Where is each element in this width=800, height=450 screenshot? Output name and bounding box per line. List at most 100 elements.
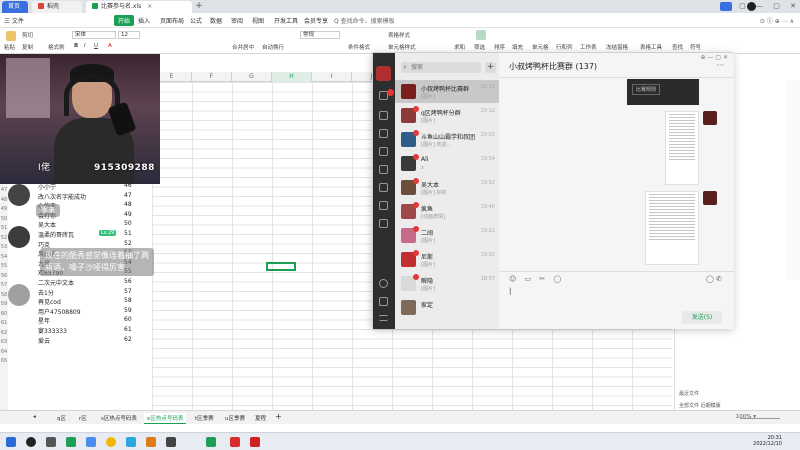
moments-icon[interactable] — [379, 165, 388, 174]
merge-center-button[interactable]: 合并居中 — [232, 43, 254, 51]
index-cell[interactable]: 59 — [124, 307, 132, 314]
mobile-icon[interactable] — [379, 297, 388, 306]
conversation-item[interactable]: 斗鱼山山霸学和叔团 [图片] 欢迎... 20:01 — [395, 128, 499, 151]
task-view-icon[interactable] — [46, 437, 56, 447]
row-number[interactable]: 48 — [0, 196, 8, 206]
search-icon[interactable] — [379, 201, 388, 210]
row-number[interactable]: 62 — [0, 329, 8, 339]
index-cell[interactable]: 60 — [124, 316, 132, 323]
fill-button[interactable]: 填充 — [512, 43, 523, 51]
wps-taskbar-icon[interactable] — [230, 437, 240, 447]
row-number[interactable]: 52 — [0, 234, 8, 244]
conversation-item[interactable]: 疯鱼 [动画表情] 19:40 — [395, 200, 499, 223]
command-search[interactable]: Q 查找命令、搜索模板 — [334, 16, 395, 25]
index-cell[interactable]: 48 — [124, 201, 132, 208]
row-number[interactable]: 53 — [0, 243, 8, 253]
app-icon[interactable] — [250, 437, 260, 447]
sum-button[interactable]: 求和 — [454, 43, 465, 51]
menu-home[interactable]: 开始 — [114, 15, 135, 26]
cell-style-button[interactable]: 单元格样式 — [388, 43, 416, 51]
send-button[interactable]: 发送(S) — [682, 311, 722, 324]
menu-file[interactable]: 三 文件 — [4, 16, 24, 25]
index-cell[interactable]: 57 — [124, 288, 132, 295]
sheet-tab[interactable]: r区 — [76, 413, 90, 423]
chat-window-controls[interactable]: ⊕ — ▢ ✕ — [701, 54, 728, 61]
layout-button[interactable]: ▢ — [739, 2, 746, 10]
table-tools-button[interactable]: 表格工具 — [640, 43, 662, 51]
index-cell[interactable]: 51 — [124, 230, 132, 237]
sheet-tab[interactable]: u区季赛 — [222, 413, 248, 423]
symbol-button[interactable]: 符号 — [690, 43, 701, 51]
conversation-item[interactable]: 瞬隐 [图片] 18:57 — [395, 272, 499, 295]
add-sheet-button[interactable]: + — [272, 411, 285, 422]
name-cell[interactable]: 吴大本 — [38, 220, 56, 229]
image-message[interactable]: 比赛规则 — [627, 79, 699, 105]
right-pane-links[interactable]: 全部文件 近期模版 — [679, 402, 721, 409]
paste-icon[interactable] — [6, 31, 16, 41]
tab-spreadsheet[interactable]: 比赛参与名.xls × — [86, 1, 192, 13]
file-icon[interactable]: ▭ — [525, 275, 532, 283]
sheet-tab-active[interactable]: e区热点号码表 — [144, 413, 187, 424]
app-icon[interactable] — [126, 437, 136, 447]
paste-button[interactable]: 粘贴 — [4, 43, 15, 51]
index-cell[interactable]: 49 — [124, 211, 132, 218]
row-number[interactable]: 59 — [0, 300, 8, 310]
cut-button[interactable]: 剪切 — [22, 31, 33, 39]
italic-button[interactable]: I — [84, 43, 86, 49]
live-icon[interactable]: ◯ — [706, 275, 714, 283]
wechat-icon[interactable] — [66, 437, 76, 447]
table-style-button[interactable]: 表格样式 — [388, 31, 410, 39]
search-input[interactable]: 搜索 — [401, 62, 481, 73]
phone-icon[interactable] — [379, 279, 388, 288]
menu-page-layout[interactable]: 页面布局 — [160, 16, 184, 25]
worksheet-button[interactable]: 工作表 — [580, 43, 597, 51]
cell-button[interactable]: 单元格 — [532, 43, 549, 51]
app-icon[interactable] — [146, 437, 156, 447]
row-number[interactable]: 60 — [0, 310, 8, 320]
selected-cell[interactable] — [266, 262, 296, 271]
index-cell[interactable]: 61 — [124, 326, 132, 333]
app-icon[interactable] — [166, 437, 176, 447]
sheet-tab[interactable]: t区季赛 — [192, 413, 217, 423]
row-col-button[interactable]: 行和列 — [556, 43, 573, 51]
conversation-item[interactable]: q区烤鸭杯分群 [图片] 20:12 — [395, 104, 499, 127]
start-icon[interactable] — [6, 437, 16, 447]
channels-icon[interactable] — [379, 183, 388, 192]
sheet-tab[interactable]: s区热点号码表 — [98, 413, 140, 423]
name-cell[interactable]: 再见cod — [38, 297, 61, 306]
column-i[interactable]: I — [312, 72, 352, 82]
message-input[interactable]: | — [509, 287, 719, 307]
row-number[interactable]: 58 — [0, 291, 8, 301]
wrap-text-button[interactable]: 自动换行 — [262, 43, 284, 51]
minimize-button[interactable]: — — [756, 2, 763, 10]
column-f[interactable]: F — [192, 72, 232, 82]
row-number[interactable]: 63 — [0, 338, 8, 348]
document-image-message[interactable] — [665, 111, 699, 185]
name-cell[interactable]: 宴333333 — [38, 326, 67, 335]
files-icon[interactable] — [379, 147, 388, 156]
close-button[interactable]: ✕ — [790, 2, 796, 10]
search-icon[interactable] — [26, 437, 36, 447]
font-size-select[interactable]: 12 — [118, 31, 140, 39]
row-number[interactable]: 47 — [0, 186, 8, 196]
menu-right-icons[interactable]: ⊙ ⓒ ⊕ ⋯ ∧ — [760, 16, 794, 25]
index-cell[interactable]: 50 — [124, 220, 132, 227]
filter-icon[interactable] — [476, 30, 486, 40]
conversation-item[interactable]: Ali z 19:54 — [395, 152, 499, 175]
name-cell[interactable]: 二次元中文本 — [38, 278, 74, 287]
column-g[interactable]: G — [232, 72, 272, 82]
system-clock[interactable]: 20:31 2022/12/10 — [753, 435, 782, 447]
new-tab-button[interactable]: + — [194, 1, 204, 12]
sender-avatar[interactable] — [703, 111, 717, 125]
name-cell[interactable]: 温柔的哥砖瓦 — [38, 230, 74, 239]
row-number[interactable]: 57 — [0, 281, 8, 291]
index-cell[interactable]: 56 — [124, 278, 132, 285]
edge-icon[interactable] — [86, 437, 96, 447]
font-select[interactable]: 宋体 — [72, 31, 116, 39]
format-painter-button[interactable]: 格式刷 — [48, 43, 65, 51]
conversation-item[interactable]: 二阔 [图片] 19:21 — [395, 224, 499, 247]
index-cell[interactable]: 58 — [124, 297, 132, 304]
menu-dev-tools[interactable]: 开发工具 — [274, 16, 298, 25]
zoom-level[interactable]: 100% ▾ — [736, 414, 756, 420]
row-number[interactable]: 54 — [0, 253, 8, 263]
